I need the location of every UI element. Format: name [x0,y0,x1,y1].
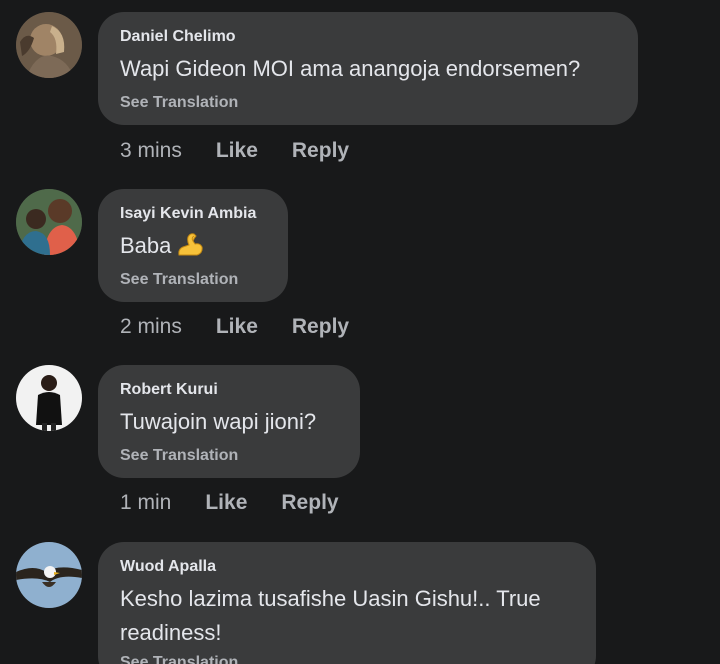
reply-button[interactable]: Reply [292,312,349,342]
comment-timestamp[interactable]: 1 min [120,488,171,518]
avatar[interactable] [16,542,82,608]
see-translation-link[interactable]: See Translation [120,652,574,664]
comment-text: Baba [120,229,266,263]
comment-text-content: Baba [120,233,172,258]
avatar-photo [16,542,82,608]
comment-text: Wapi Gideon MOI ama anangoja endorsemen? [120,56,581,81]
see-translation-link[interactable]: See Translation [120,92,616,114]
comment-author[interactable]: Isayi Kevin Ambia [120,203,266,225]
comment-actions: 1 min Like Reply [120,488,339,518]
reply-button[interactable]: Reply [292,136,349,166]
comment-text: Kesho lazima tusafishe Uasin Gishu!.. Tr… [120,586,541,645]
avatar[interactable] [16,189,82,255]
comment-timestamp[interactable]: 2 mins [120,312,182,342]
avatar[interactable] [16,365,82,431]
flexed-biceps-icon [175,229,205,259]
comment-bubble[interactable]: Robert Kurui Tuwajoin wapi jioni? See Tr… [98,365,360,478]
comment-author[interactable]: Robert Kurui [120,379,338,401]
avatar[interactable] [16,12,82,78]
avatar-photo [16,189,82,255]
avatar-photo [16,365,82,431]
comment-author[interactable]: Wuod Apalla [120,556,574,578]
avatar-photo [16,12,82,78]
comment-bubble[interactable]: Wuod Apalla Kesho lazima tusafishe Uasin… [98,542,596,664]
comment-author[interactable]: Daniel Chelimo [120,26,616,48]
see-translation-link[interactable]: See Translation [120,269,266,291]
like-button[interactable]: Like [216,312,258,342]
comment-actions: 3 mins Like Reply [120,136,349,166]
like-button[interactable]: Like [205,488,247,518]
reply-button[interactable]: Reply [281,488,338,518]
see-translation-link[interactable]: See Translation [120,445,338,467]
like-button[interactable]: Like [216,136,258,166]
comments-feed: Daniel Chelimo Wapi Gideon MOI ama anang… [0,0,720,664]
comment-actions: 2 mins Like Reply [120,312,349,342]
comment-timestamp[interactable]: 3 mins [120,136,182,166]
comment-bubble[interactable]: Daniel Chelimo Wapi Gideon MOI ama anang… [98,12,638,125]
comment-bubble[interactable]: Isayi Kevin Ambia Baba See Translation [98,189,288,302]
comment-text: Tuwajoin wapi jioni? [120,409,317,434]
